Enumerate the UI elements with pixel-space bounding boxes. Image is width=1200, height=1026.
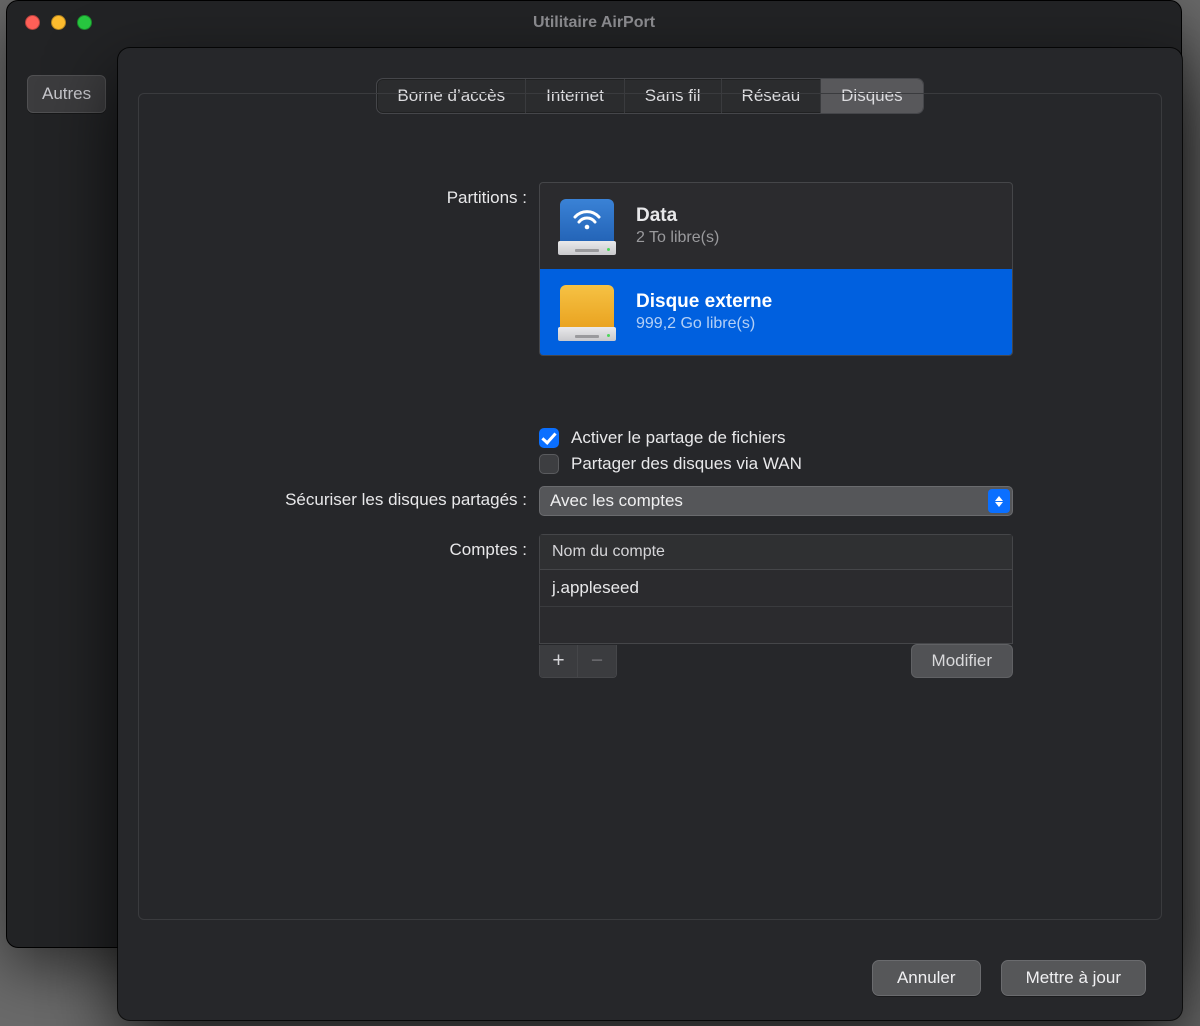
airport-disk-icon	[556, 195, 618, 257]
minimize-window-icon[interactable]	[51, 15, 66, 30]
accounts-segmented-controls: + −	[539, 645, 617, 678]
share-via-wan-row[interactable]: Partager des disques via WAN	[539, 454, 1013, 474]
window-title: Utilitaire AirPort	[7, 1, 1181, 45]
update-button[interactable]: Mettre à jour	[1001, 960, 1146, 996]
partition-name: Data	[636, 205, 719, 227]
chevron-up-down-icon	[988, 489, 1010, 513]
partitions-list[interactable]: Data 2 To libre(s) Disque externe	[539, 182, 1013, 356]
close-window-icon[interactable]	[25, 15, 40, 30]
add-account-button[interactable]: +	[540, 645, 578, 677]
window-controls	[25, 15, 92, 30]
secure-disks-label: Sécuriser les disques partagés :	[179, 486, 539, 516]
partition-free: 999,2 Go libre(s)	[636, 315, 772, 333]
share-via-wan-label: Partager des disques via WAN	[571, 454, 802, 474]
sheet-footer: Annuler Mettre à jour	[118, 960, 1182, 996]
partition-item-external[interactable]: Disque externe 999,2 Go libre(s)	[540, 269, 1012, 355]
enable-file-sharing-checkbox[interactable]	[539, 428, 559, 448]
enable-file-sharing-row[interactable]: Activer le partage de fichiers	[539, 428, 1013, 448]
share-via-wan-checkbox[interactable]	[539, 454, 559, 474]
partition-name: Disque externe	[636, 291, 772, 313]
disks-panel: Partitions :	[138, 93, 1162, 920]
modify-account-button[interactable]: Modifier	[911, 644, 1013, 678]
external-disk-icon	[556, 281, 618, 343]
cancel-button[interactable]: Annuler	[872, 960, 981, 996]
remove-account-button[interactable]: −	[578, 645, 616, 677]
partition-free: 2 To libre(s)	[636, 229, 719, 247]
other-stations-button[interactable]: Autres	[27, 75, 106, 113]
accounts-table[interactable]: Nom du compte j.appleseed	[539, 534, 1013, 644]
partitions-label: Partitions :	[179, 182, 539, 356]
secure-disks-value: Avec les comptes	[550, 491, 683, 511]
account-row[interactable]: j.appleseed	[540, 570, 1012, 607]
accounts-header: Nom du compte	[540, 535, 1012, 570]
partition-item-data[interactable]: Data 2 To libre(s)	[540, 183, 1012, 269]
zoom-window-icon[interactable]	[77, 15, 92, 30]
secure-disks-select[interactable]: Avec les comptes	[539, 486, 1013, 516]
enable-file-sharing-label: Activer le partage de fichiers	[571, 428, 786, 448]
accounts-empty-row	[540, 607, 1012, 643]
titlebar: Utilitaire AirPort	[7, 1, 1181, 45]
settings-sheet: Borne d’accès Internet Sans fil Réseau D…	[118, 48, 1182, 1020]
accounts-label: Comptes :	[179, 534, 539, 678]
